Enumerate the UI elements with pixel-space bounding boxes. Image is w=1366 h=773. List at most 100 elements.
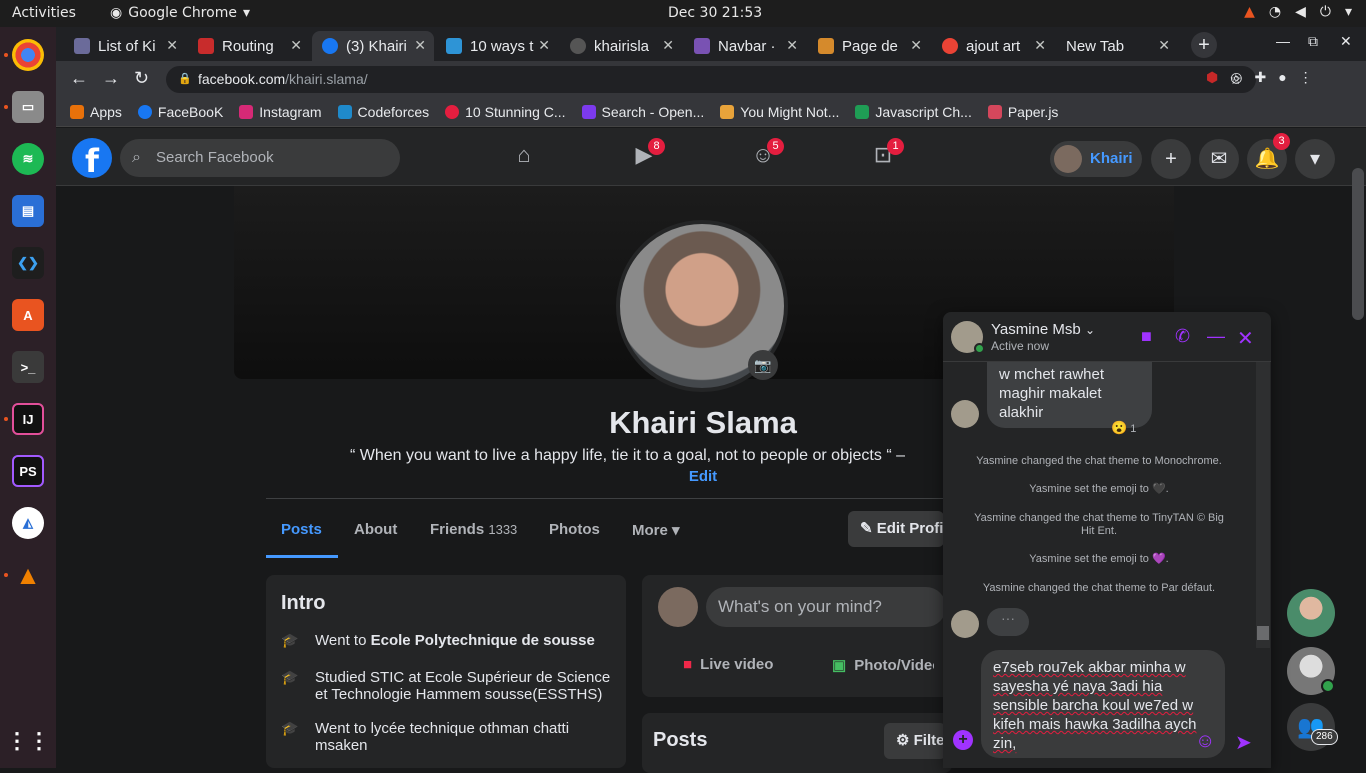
message-bubble[interactable]: w mchet rawhet maghir makalet alakhir — [987, 362, 1152, 428]
intellij-dock-icon[interactable]: IJ — [12, 403, 44, 435]
puzzle-icon[interactable]: ✚ — [1254, 69, 1266, 86]
writer-dock-icon[interactable]: ▤ — [12, 195, 44, 227]
chat-head-avatar[interactable] — [1287, 647, 1335, 695]
chat-head-avatar[interactable] — [1287, 589, 1335, 637]
address-bar[interactable]: 🔒 facebook.com/khairi.slama/ ☆ — [166, 66, 1256, 93]
spotify-dock-icon[interactable]: ≋ — [12, 143, 44, 175]
tab-more[interactable]: More ▾ — [632, 521, 680, 539]
tab-photos[interactable]: Photos — [549, 521, 600, 538]
files-dock-icon[interactable]: ▭ — [12, 91, 44, 123]
bookmark-item[interactable]: Search - Open... — [581, 104, 704, 120]
close-icon[interactable]: ✕ — [910, 37, 922, 54]
facebook-search-input[interactable]: ⌕ Search Facebook — [120, 139, 400, 177]
reload-icon[interactable]: ↻ — [134, 68, 149, 89]
close-icon[interactable]: ✕ — [290, 37, 302, 54]
create-icon[interactable]: + — [1151, 139, 1191, 179]
close-icon[interactable]: ✕ — [414, 37, 426, 54]
phone-icon[interactable]: ✆ — [1175, 326, 1190, 347]
filters-button[interactable]: ⚙ Filters — [884, 723, 946, 759]
gaming-icon[interactable]: ⊡ 1 — [863, 138, 904, 174]
maximize-icon[interactable]: ⧉ — [1308, 33, 1318, 50]
close-chat-icon[interactable]: ✕ — [1237, 326, 1254, 351]
tab-about[interactable]: About — [354, 521, 397, 538]
browser-tab[interactable]: Routing ✕ — [188, 31, 310, 61]
reaction-badge[interactable]: 😮 1 — [1111, 420, 1136, 436]
browser-tab[interactable]: 10 ways t ✕ — [436, 31, 558, 61]
live-video-button[interactable]: ■ Live video — [683, 656, 773, 673]
tab-friends[interactable]: Friends 1333 — [430, 521, 517, 538]
app-menu[interactable]: ◉ Google Chrome ▾ — [110, 5, 250, 21]
phpstorm-dock-icon[interactable]: PS — [12, 455, 44, 487]
close-icon[interactable]: ✕ — [662, 37, 674, 54]
vlc-dock-icon[interactable]: ▲ — [12, 559, 44, 591]
ublock-icon[interactable]: ⬢ — [1206, 69, 1218, 86]
bookmark-item[interactable]: Javascript Ch... — [855, 104, 972, 120]
watch-icon[interactable]: ▶ 8 — [624, 138, 665, 174]
back-icon[interactable]: ← — [70, 68, 88, 89]
tab-posts[interactable]: Posts — [281, 521, 322, 538]
software-dock-icon[interactable]: A — [12, 299, 44, 331]
camera-icon[interactable]: 📷 — [748, 350, 778, 380]
notifications-icon[interactable]: 🔔 3 — [1247, 133, 1290, 179]
close-icon[interactable]: ✕ — [166, 37, 178, 54]
account-menu-icon[interactable]: ▾ — [1295, 139, 1335, 179]
bookmark-apps[interactable]: Apps — [70, 104, 122, 120]
browser-tab[interactable]: ajout art ✕ — [932, 31, 1054, 61]
chat-contact-name[interactable]: Yasmine Msb ⌄ — [991, 321, 1095, 338]
edit-bio-link[interactable]: Edit — [680, 468, 726, 485]
app-dock-icon[interactable]: ◭ — [12, 507, 44, 539]
bookmark-item[interactable]: Codeforces — [337, 104, 429, 120]
vscode-dock-icon[interactable]: ❮❯ — [12, 247, 44, 279]
minimize-icon[interactable]: — — [1276, 33, 1290, 49]
browser-tab[interactable]: Navbar · ✕ — [684, 31, 806, 61]
close-icon[interactable]: ✕ — [538, 37, 550, 54]
close-window-icon[interactable]: ✕ — [1340, 33, 1352, 50]
new-tab-button[interactable]: + — [1191, 32, 1217, 58]
forward-icon[interactable]: → — [102, 68, 120, 89]
edit-profile-button[interactable]: ✎ Edit Profile — [848, 511, 944, 547]
home-icon[interactable]: ⌂ — [504, 142, 544, 174]
chat-plus-icon[interactable]: + — [953, 730, 973, 750]
new-group-chat-icon[interactable]: 👥 286 — [1287, 703, 1338, 751]
bookmark-item[interactable]: 10 Stunning C... — [445, 104, 566, 120]
browser-tab[interactable]: List of Ki ✕ — [64, 31, 186, 61]
close-icon[interactable]: ✕ — [1158, 37, 1170, 54]
bookmark-item[interactable]: You Might Not... — [720, 104, 839, 120]
terminal-dock-icon[interactable]: >_ — [12, 351, 44, 383]
codeforces-icon — [337, 104, 352, 119]
show-applications-icon[interactable]: ⋮⋮ — [6, 725, 50, 757]
vlc-tray-icon[interactable]: ▲ — [1244, 4, 1255, 20]
messenger-icon[interactable]: ✉ — [1199, 139, 1239, 179]
whats-on-your-mind-input[interactable]: What's on your mind? — [706, 587, 946, 627]
bookmark-item[interactable]: FaceBooK — [137, 104, 223, 120]
close-icon[interactable]: ✕ — [1034, 37, 1046, 54]
chat-message-input[interactable]: e7seb rou7ek akbar minha w sayesha yé na… — [981, 650, 1225, 758]
school-link[interactable]: Ecole Polytechnique de sousse — [371, 632, 595, 649]
chat-header[interactable]: Yasmine Msb ⌄ Active now ■ ✆ — ✕ — [943, 312, 1271, 362]
groups-icon[interactable]: ☺ 5 — [743, 138, 784, 174]
browser-tab[interactable]: khairisla ✕ — [560, 31, 682, 61]
send-icon[interactable]: ➤ — [1235, 730, 1252, 755]
bookmark-item[interactable]: Paper.js — [987, 104, 1058, 120]
bookmark-item[interactable]: Instagram — [239, 104, 322, 120]
facebook-logo-icon[interactable]: f — [72, 138, 112, 180]
chat-scrollbar-thumb[interactable] — [1257, 626, 1269, 640]
photo-video-button[interactable]: ▣ Photo/Video — [832, 656, 934, 675]
close-icon[interactable]: ✕ — [786, 37, 798, 54]
menu-kebab-icon[interactable]: ⋮ — [1299, 69, 1313, 86]
browser-tab-active[interactable]: (3) Khairi ✕ — [312, 31, 434, 61]
profile-chip[interactable]: Khairi — [1050, 141, 1142, 177]
clock[interactable]: Dec 30 21:53 — [668, 5, 762, 21]
profile-avatar-icon[interactable]: ● — [1278, 69, 1286, 86]
extension-icon[interactable]: ◎ — [1230, 69, 1242, 86]
emoji-icon[interactable]: ☺ — [1195, 730, 1215, 753]
browser-tab[interactable]: Page de ✕ — [808, 31, 930, 61]
minimize-chat-icon[interactable]: — — [1207, 326, 1225, 347]
intro-item: 🎓 Went to Ecole Polytechnique de sousse — [281, 632, 595, 649]
chrome-dock-icon[interactable] — [12, 39, 44, 71]
activities-button[interactable]: Activities — [12, 5, 76, 21]
page-scrollbar-thumb[interactable] — [1352, 168, 1364, 320]
browser-tab[interactable]: New Tab ✕ — [1056, 31, 1178, 61]
video-call-icon[interactable]: ■ — [1141, 326, 1152, 347]
system-tray[interactable]: ▲ ◔ ◀ ⏻ ▾ — [1244, 4, 1352, 20]
